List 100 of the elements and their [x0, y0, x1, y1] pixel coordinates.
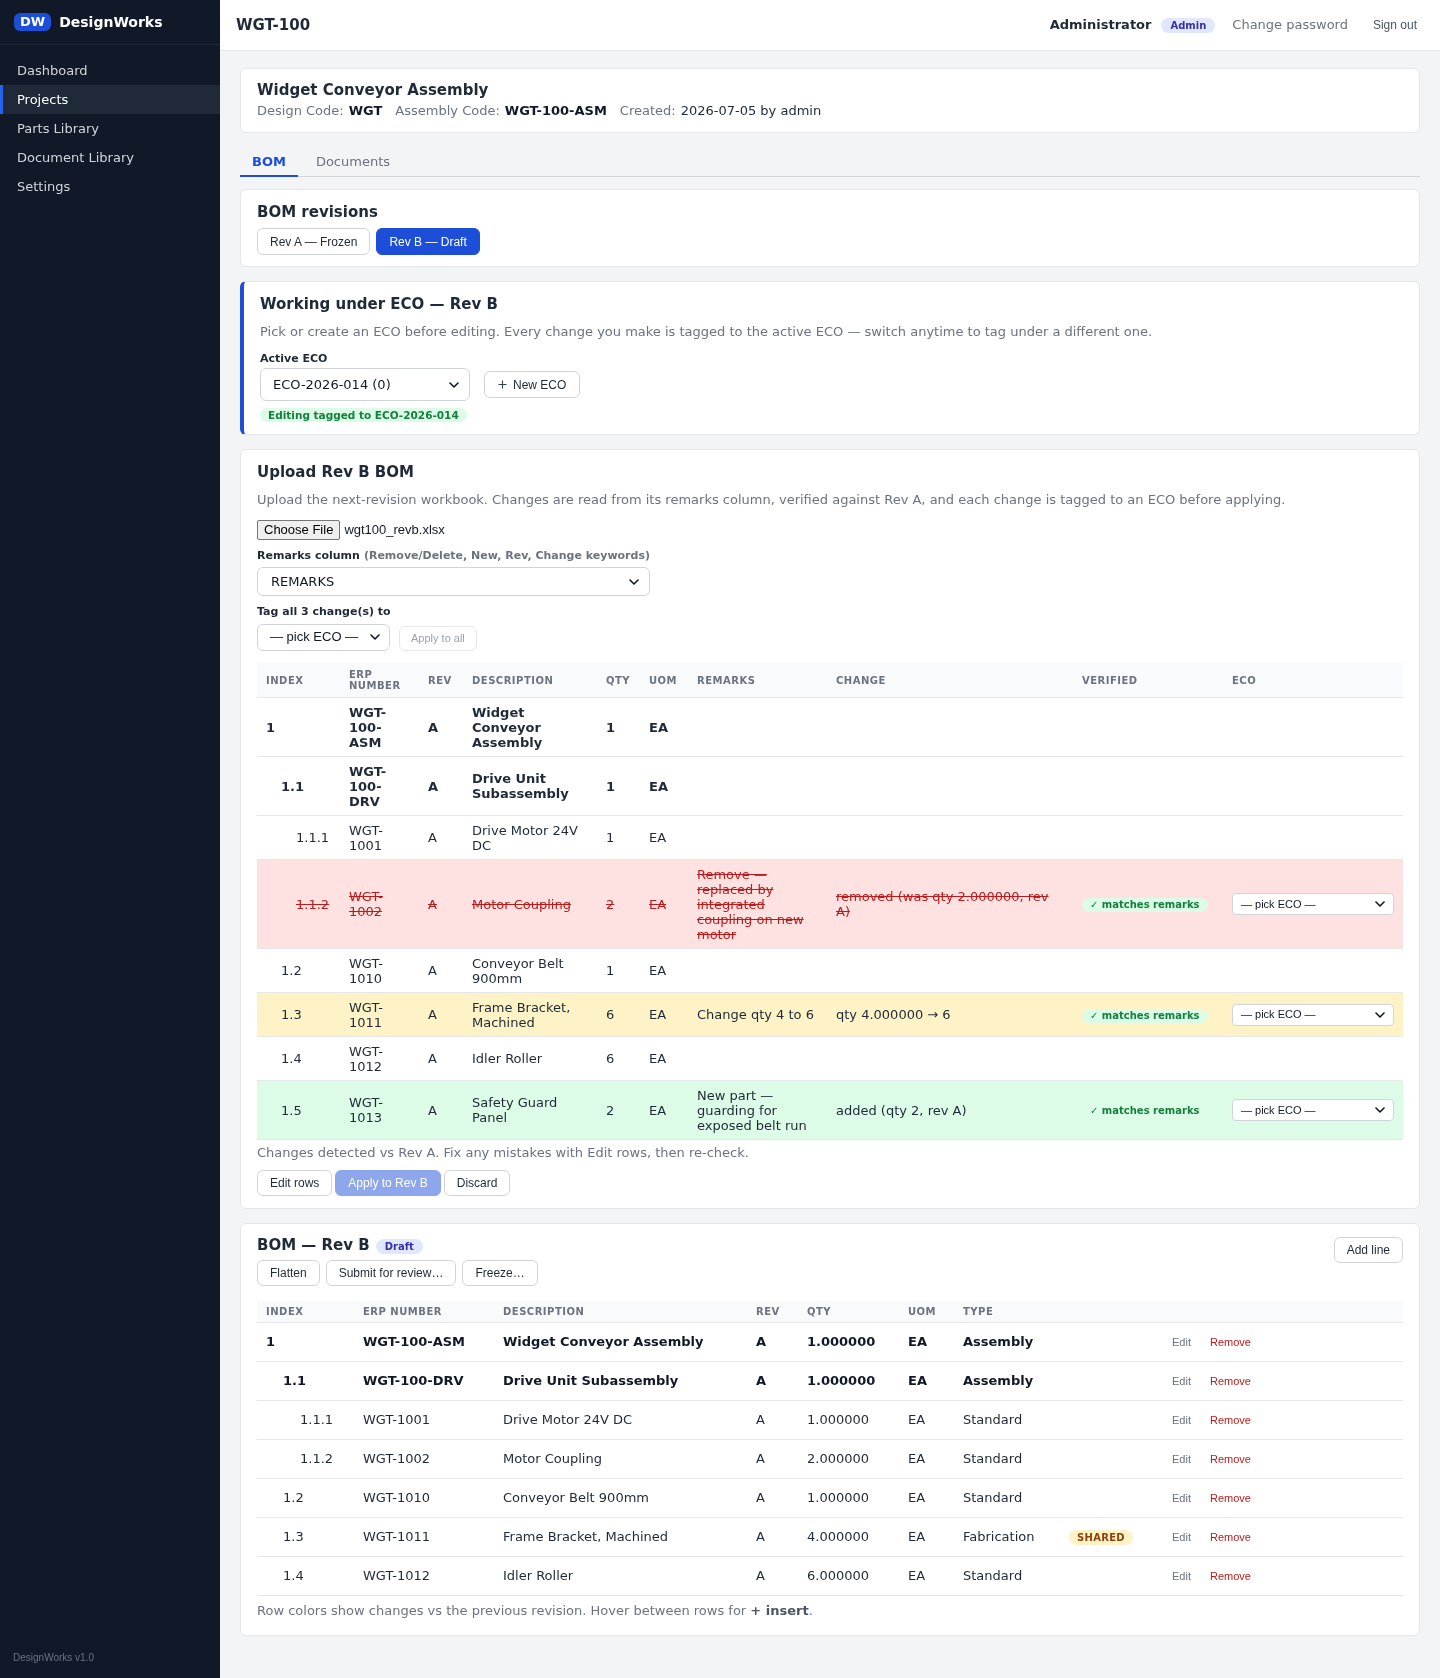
- row-action-link[interactable]: Remove: [1209, 1490, 1251, 1506]
- erp-number-cell: WGT-1012: [354, 1556, 494, 1596]
- row-action-link[interactable]: Edit: [1172, 1451, 1191, 1467]
- eco-select[interactable]: — pick ECO —: [1232, 1003, 1394, 1026]
- choose-file-button[interactable]: Choose File: [257, 520, 341, 540]
- qty-cell: 4.000000: [798, 1517, 899, 1557]
- index-cell: 1.3: [257, 992, 340, 1037]
- type-cell: Standard: [954, 1478, 1060, 1518]
- erp-number-cell: WGT-100-ASM: [340, 697, 419, 757]
- erp-number-cell: WGT-1013: [340, 1080, 419, 1140]
- erp-number-cell: WGT-1001: [340, 815, 419, 860]
- action-button[interactable]: Freeze…: [462, 1260, 538, 1286]
- page-title: WGT-100: [236, 14, 311, 36]
- tab[interactable]: Documents: [303, 149, 403, 177]
- rev-cell: A: [419, 859, 463, 949]
- verified-badge: ✓ matches remarks: [1082, 898, 1208, 912]
- column-header: INDEX: [257, 663, 340, 698]
- uom-cell: EA: [899, 1322, 954, 1362]
- section-title: BOM — Rev B: [257, 1235, 370, 1255]
- uom-cell: EA: [899, 1361, 954, 1401]
- nav-item[interactable]: Settings: [0, 172, 220, 201]
- description-cell: Drive Motor 24V DC: [463, 815, 597, 860]
- column-header: TYPE: [954, 1301, 1060, 1323]
- change-cell: removed (was qty 2.000000, rev A): [827, 859, 1073, 949]
- nav-item[interactable]: Document Library: [0, 143, 220, 172]
- row-action-link[interactable]: Remove: [1209, 1334, 1251, 1350]
- uom-cell: EA: [640, 992, 688, 1037]
- row-action-link[interactable]: Edit: [1172, 1529, 1191, 1545]
- description-cell: Conveyor Belt 900mm: [494, 1478, 747, 1518]
- change-cell: added (qty 2, rev A): [827, 1080, 1073, 1140]
- nav-item[interactable]: Dashboard: [0, 56, 220, 85]
- column-header: INDEX: [257, 1301, 354, 1323]
- nav-item[interactable]: Parts Library: [0, 114, 220, 143]
- status-note: Changes detected vs Rev A. Fix any mistakes with Edit rows, then re-check.: [257, 1144, 750, 1162]
- remarks-cell: New part — guarding for exposed belt run: [688, 1080, 827, 1140]
- erp-number-cell: WGT-100-DRV: [340, 756, 419, 816]
- sign-out-button[interactable]: Sign out: [1366, 13, 1423, 37]
- index-cell: 1.5: [257, 1080, 340, 1140]
- uom-cell: EA: [640, 697, 688, 757]
- rev-cell: A: [419, 992, 463, 1037]
- qty-cell: 1: [597, 697, 640, 757]
- new-eco-button[interactable]: New ECO: [484, 371, 581, 398]
- row-action-link[interactable]: Remove: [1209, 1451, 1251, 1467]
- qty-cell: 1: [597, 756, 640, 816]
- row-action-link[interactable]: Edit: [1172, 1373, 1191, 1389]
- row-action-link[interactable]: Remove: [1209, 1412, 1251, 1428]
- action-button[interactable]: Discard: [443, 1170, 511, 1196]
- rev-cell: A: [747, 1517, 798, 1557]
- tab[interactable]: BOM: [240, 149, 298, 177]
- shared-badge: SHARED: [1069, 1530, 1133, 1545]
- rev-cell: A: [419, 756, 463, 816]
- chevron-down-icon: [1375, 901, 1385, 907]
- section-title: Working under ECO — Rev B: [260, 294, 499, 314]
- rev-cell: A: [747, 1322, 798, 1362]
- revision-button[interactable]: Rev B — Draft: [376, 228, 480, 255]
- description-cell: Conveyor Belt 900mm: [463, 948, 597, 993]
- row-action-link[interactable]: Remove: [1209, 1568, 1251, 1584]
- tag-eco-select[interactable]: — pick ECO —: [257, 623, 390, 651]
- erp-number-cell: WGT-100-ASM: [354, 1322, 494, 1362]
- column-header: DESCRIPTION: [463, 663, 597, 698]
- remarks-cell: Change qty 4 to 6: [688, 992, 827, 1037]
- nav-item[interactable]: Projects: [0, 85, 220, 114]
- qty-cell: 1.000000: [798, 1400, 899, 1440]
- row-action-link[interactable]: Remove: [1209, 1529, 1251, 1545]
- add-line-button[interactable]: Add line: [1333, 1237, 1403, 1263]
- index-cell: 1: [257, 697, 340, 757]
- remarks-column-select[interactable]: REMARKS: [257, 567, 650, 596]
- qty-cell: 1: [597, 948, 640, 993]
- column-header: REV: [747, 1301, 798, 1323]
- footnote: Row colors show changes vs the previous revision. Hover between rows for + insert.: [257, 1602, 814, 1620]
- eco-select[interactable]: — pick ECO —: [1232, 1099, 1394, 1121]
- revision-button[interactable]: Rev A — Frozen: [257, 228, 371, 255]
- eco-select[interactable]: — pick ECO —: [1232, 893, 1394, 915]
- column-header: REV: [419, 663, 463, 698]
- row-action-link[interactable]: Edit: [1172, 1334, 1191, 1350]
- row-action-link[interactable]: Remove: [1209, 1373, 1251, 1389]
- qty-cell: 6: [597, 992, 640, 1037]
- action-button[interactable]: Flatten: [257, 1260, 320, 1286]
- erp-number-cell: WGT-100-DRV: [354, 1361, 494, 1401]
- column-header: ERP NUMBER: [354, 1301, 494, 1323]
- action-button[interactable]: Edit rows: [257, 1170, 333, 1196]
- meta-label: Design Code:: [257, 102, 344, 120]
- uom-cell: EA: [899, 1517, 954, 1557]
- index-cell: 1.1.1: [257, 1400, 354, 1440]
- verified-badge: ✓ matches remarks: [1082, 1008, 1208, 1023]
- brand-name: DesignWorks: [59, 12, 163, 32]
- column-header: CHANGE: [827, 663, 1073, 698]
- rev-cell: A: [747, 1439, 798, 1479]
- active-eco-select[interactable]: ECO-2026-014 (0): [260, 368, 470, 401]
- erp-number-cell: WGT-1001: [354, 1400, 494, 1440]
- action-button[interactable]: Submit for review…: [325, 1260, 457, 1286]
- row-action-link[interactable]: Edit: [1172, 1568, 1191, 1584]
- row-action-link[interactable]: Edit: [1172, 1412, 1191, 1428]
- type-cell: Standard: [954, 1556, 1060, 1596]
- rev-cell: A: [747, 1361, 798, 1401]
- status-badge: Editing tagged to ECO-2026-014: [260, 408, 467, 422]
- row-action-link[interactable]: Edit: [1172, 1490, 1191, 1506]
- role-badge: Admin: [1161, 17, 1216, 33]
- change-password-link[interactable]: Change password: [1232, 15, 1348, 35]
- erp-number-cell: WGT-1002: [340, 859, 419, 949]
